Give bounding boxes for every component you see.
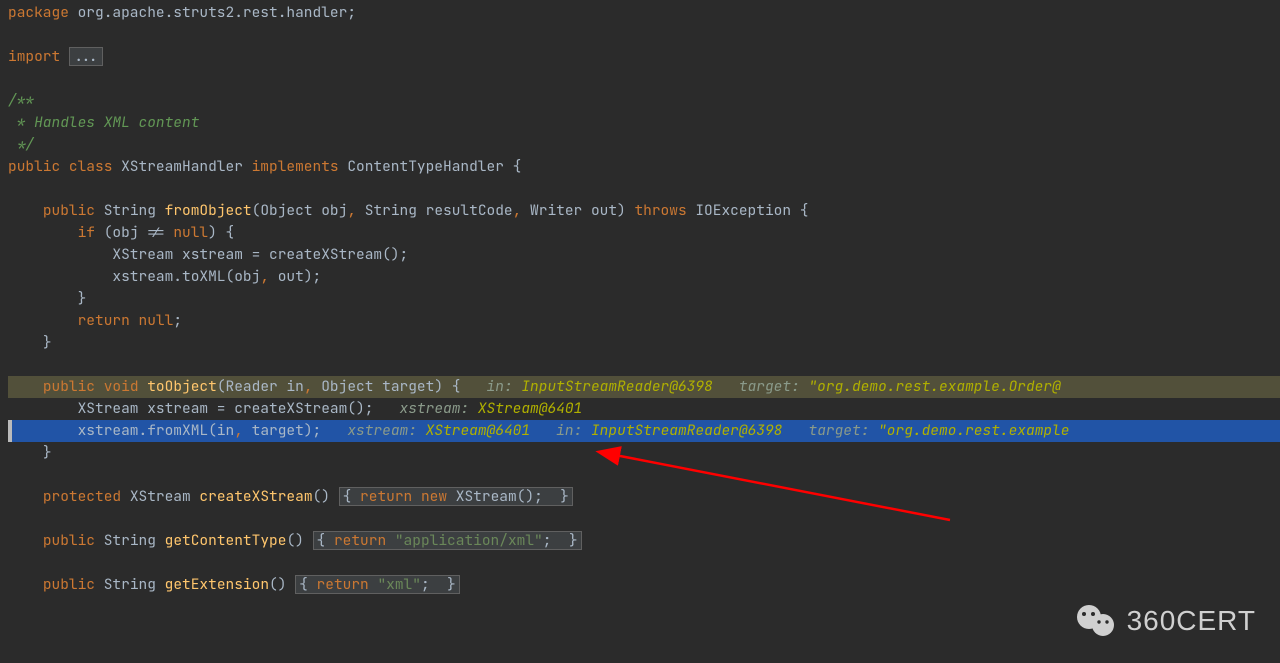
fold-region[interactable]: { return "application/xml"; }: [313, 531, 582, 550]
caret-indicator: [8, 420, 12, 442]
package-name: org.apache.struts2.rest.handler: [78, 3, 348, 22]
code-line: if (obj != null) {: [8, 222, 1280, 244]
method-fromObject: fromObject: [165, 201, 252, 220]
keyword-import: import: [8, 47, 69, 66]
code-line: package org.apache.struts2.rest.handler;: [8, 2, 1280, 24]
debug-hint-xstream: xstream:: [400, 399, 478, 418]
import-fold[interactable]: ...: [69, 47, 103, 66]
blank-line: [8, 508, 1280, 530]
fold-region[interactable]: { return "xml"; }: [295, 575, 460, 594]
doc-line: */: [8, 134, 1280, 156]
code-line-highlighted: public void toObject(Reader in, Object t…: [8, 376, 1280, 398]
method-toObject: toObject: [147, 377, 217, 396]
code-line: public String fromObject(Object obj, Str…: [8, 200, 1280, 222]
code-line: public class XStreamHandler implements C…: [8, 156, 1280, 178]
method-createXStream: createXStream: [199, 487, 312, 506]
code-line: }: [8, 332, 1280, 354]
code-line: xstream.toXML(obj, out);: [8, 266, 1280, 288]
blank-line: [8, 24, 1280, 46]
code-editor[interactable]: package org.apache.struts2.rest.handler;…: [0, 0, 1280, 596]
blank-line: [8, 68, 1280, 90]
blank-line: [8, 464, 1280, 486]
code-line: protected XStream createXStream() { retu…: [8, 486, 1280, 508]
debug-hint-target: target:: [739, 377, 809, 396]
doc-line: * Handles XML content: [8, 112, 1280, 134]
code-line: XStream xstream = createXStream();: [8, 244, 1280, 266]
blank-line: [8, 552, 1280, 574]
code-line: public String getExtension() { return "x…: [8, 574, 1280, 596]
keyword-package: package: [8, 3, 78, 22]
code-line: return null;: [8, 310, 1280, 332]
code-line: public String getContentType() { return …: [8, 530, 1280, 552]
code-line: }: [8, 288, 1280, 310]
method-getContentType: getContentType: [165, 531, 287, 550]
blank-line: [8, 178, 1280, 200]
doc-line: /**: [8, 90, 1280, 112]
blank-line: [8, 354, 1280, 376]
code-line: }: [8, 442, 1280, 464]
debug-hint-in: in:: [487, 377, 522, 396]
code-line: XStream xstream = createXStream(); xstre…: [8, 398, 1280, 420]
wechat-icon: [1075, 603, 1117, 639]
fold-region[interactable]: { return new XStream(); }: [339, 487, 573, 506]
watermark: 360CERT: [1075, 603, 1256, 639]
code-line: import ...: [8, 46, 1280, 68]
method-getExtension: getExtension: [165, 575, 269, 594]
execution-line: xstream.fromXML(in, target); xstream: XS…: [8, 420, 1280, 442]
watermark-text: 360CERT: [1127, 610, 1256, 632]
